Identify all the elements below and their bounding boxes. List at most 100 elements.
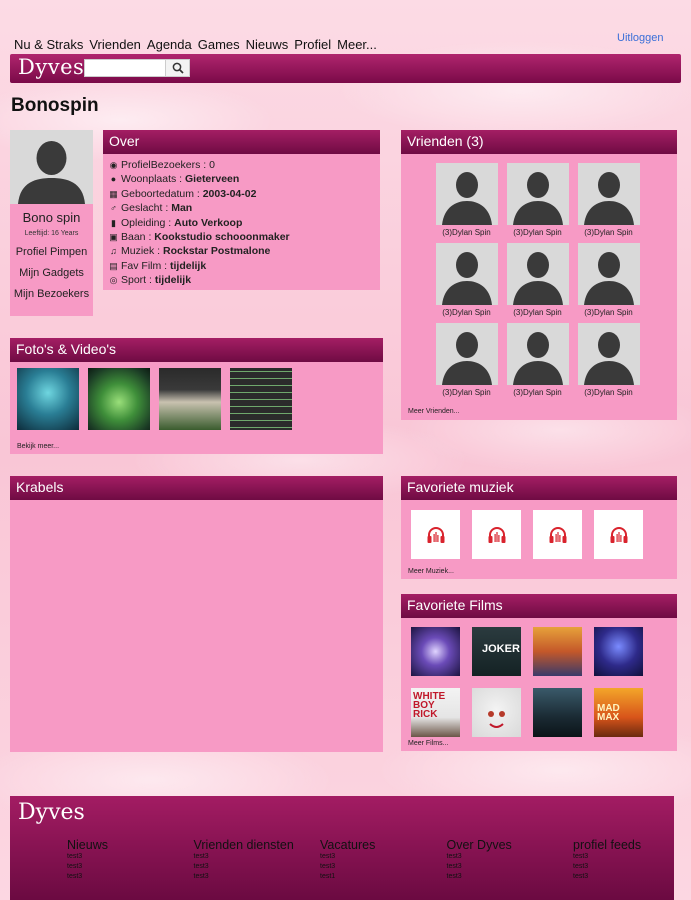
bekijk-meer-link[interactable]: Bekijk meer... [17, 443, 59, 450]
friend-name: (3)Dylan Spin [442, 308, 491, 317]
meer-vrienden-link[interactable]: Meer Vrienden... [408, 408, 460, 415]
footer-link[interactable]: test3 [320, 862, 447, 872]
footer-link[interactable]: test3 [573, 862, 691, 872]
friend-card[interactable]: (3)Dylan Spin [431, 323, 502, 397]
footer-logo[interactable]: Dyves [18, 800, 85, 825]
footer-link[interactable]: test3 [67, 862, 194, 872]
friend-card[interactable]: (3)Dylan Spin [431, 163, 502, 237]
over-row: ◎ Sport : tijdelijk [108, 273, 375, 287]
over-label: Geslacht : [121, 202, 172, 215]
nav-meer[interactable]: Meer... [337, 37, 377, 52]
search-button[interactable] [166, 59, 190, 77]
profile-card: Bono spin Leeftijd: 16 Years Profiel Pim… [10, 130, 93, 316]
film-poster[interactable] [472, 688, 521, 737]
friend-card[interactable]: (3)Dylan Spin [573, 323, 644, 397]
music-tile[interactable] [594, 510, 643, 559]
friends-grid: (3)Dylan Spin (3)Dylan Spin (3)Dylan Spin (… [431, 163, 646, 397]
nav-profiel[interactable]: Profiel [294, 37, 331, 52]
over-value: Kookstudio schooonmaker [154, 231, 290, 244]
nav-games[interactable]: Games [198, 37, 240, 52]
footer-link[interactable]: test3 [194, 872, 321, 882]
music-tile[interactable] [472, 510, 521, 559]
profiel-pimpen-link[interactable]: Profiel Pimpen [10, 246, 93, 258]
footer-link[interactable]: test3 [320, 852, 447, 862]
footer-column: Nieuws test3 test3 test3 [67, 838, 194, 882]
globe-icon: ● [110, 174, 117, 185]
footer-link[interactable]: test1 [320, 872, 447, 882]
friend-card[interactable]: (3)Dylan Spin [502, 163, 573, 237]
footer: Dyves Nieuws test3 test3 test3 Vrienden dien… [10, 796, 674, 900]
footer-column: Over Dyves test3 test3 test3 [447, 838, 574, 882]
footer-column-title[interactable]: profiel feeds [573, 838, 691, 852]
krabels-title: Krabels [10, 476, 383, 500]
over-label: Fav Film : [121, 259, 170, 272]
over-row: ▣ Baan : Kookstudio schooonmaker [108, 230, 375, 244]
over-value: tijdelijk [154, 274, 192, 287]
footer-column-title[interactable]: Vrienden diensten [194, 838, 321, 852]
clown-face-icon [488, 711, 505, 728]
friend-card[interactable]: (3)Dylan Spin [573, 243, 644, 317]
mijn-bezoekers-link[interactable]: Mijn Bezoekers [10, 288, 93, 300]
muziek-panel: Favoriete muziek Meer Muziek... [401, 476, 677, 579]
film-poster[interactable] [533, 688, 582, 737]
over-list: ◉ ProfielBezoekers : 0 ● Woonplaats : Giete… [103, 154, 380, 292]
meer-muziek-link[interactable]: Meer Muziek... [408, 568, 454, 575]
footer-column-title[interactable]: Vacatures [320, 838, 447, 852]
photo-thumb[interactable] [230, 368, 292, 430]
footer-link[interactable]: test3 [573, 872, 691, 882]
nav-agenda[interactable]: Agenda [147, 37, 192, 52]
eye-icon: ◉ [109, 160, 118, 170]
mijn-gadgets-link[interactable]: Mijn Gadgets [10, 267, 93, 279]
footer-link[interactable]: test3 [67, 852, 194, 862]
over-label: Sport : [121, 274, 155, 287]
footer-link[interactable]: test3 [573, 852, 691, 862]
soccer-ball-icon: ◎ [109, 275, 118, 286]
over-value: tijdelijk [170, 259, 207, 272]
footer-link[interactable]: test3 [447, 872, 574, 882]
search-input[interactable] [84, 59, 166, 77]
film-poster[interactable] [411, 627, 460, 676]
footer-link[interactable]: test3 [447, 852, 574, 862]
music-tile[interactable] [411, 510, 460, 559]
site-logo[interactable]: Dyves [18, 55, 84, 79]
over-row: ▮ Opleiding : Auto Verkoop [108, 216, 375, 230]
footer-link[interactable]: test3 [194, 852, 321, 862]
over-row: ◉ ProfielBezoekers : 0 [108, 158, 375, 172]
over-value: Rockstar Postmalone [163, 245, 271, 258]
friend-card[interactable]: (3)Dylan Spin [431, 243, 502, 317]
nav-nieuws[interactable]: Nieuws [246, 37, 289, 52]
headphones-icon [427, 526, 444, 543]
film-poster[interactable]: JOKER [472, 627, 521, 676]
footer-column-title[interactable]: Over Dyves [447, 838, 574, 852]
nav-nu-straks[interactable]: Nu & Straks [14, 37, 83, 52]
fotos-panel: Foto's & Video's Bekijk meer... [10, 338, 383, 454]
over-label: Baan : [121, 231, 155, 244]
photo-thumb[interactable] [17, 368, 79, 430]
films-panel: Favoriete Films JOKER WHITE BOY RICK MAD… [401, 594, 677, 751]
meer-films-link[interactable]: Meer Films... [408, 740, 448, 747]
friend-card[interactable]: (3)Dylan Spin [573, 163, 644, 237]
headphones-icon [488, 526, 505, 543]
film-poster[interactable]: WHITE BOY RICK [411, 688, 460, 737]
music-tile[interactable] [533, 510, 582, 559]
photo-thumb[interactable] [159, 368, 221, 430]
photo-thumb[interactable] [88, 368, 150, 430]
top-nav: Nu & Straks Vrienden Agenda Games Nieuws… [14, 37, 377, 52]
film-poster[interactable] [594, 627, 643, 676]
film-poster[interactable] [533, 627, 582, 676]
film-poster[interactable]: MAD MAX [594, 688, 643, 737]
footer-link[interactable]: test3 [447, 862, 574, 872]
over-value: Man [171, 202, 193, 215]
footer-link[interactable]: test3 [194, 862, 321, 872]
friend-avatar [506, 323, 569, 385]
friend-card[interactable]: (3)Dylan Spin [502, 243, 573, 317]
logout-link[interactable]: Uitloggen [617, 32, 663, 44]
footer-column-title[interactable]: Nieuws [67, 838, 194, 852]
over-row: ♂ Geslacht : Man [108, 201, 375, 215]
footer-link[interactable]: test3 [67, 872, 194, 882]
nav-vrienden[interactable]: Vrienden [89, 37, 141, 52]
search-icon [172, 62, 184, 74]
friend-card[interactable]: (3)Dylan Spin [502, 323, 573, 397]
over-row: ▤ Fav Film : tijdelijk [108, 259, 375, 273]
profile-age: Leeftijd: 16 Years [24, 230, 79, 237]
